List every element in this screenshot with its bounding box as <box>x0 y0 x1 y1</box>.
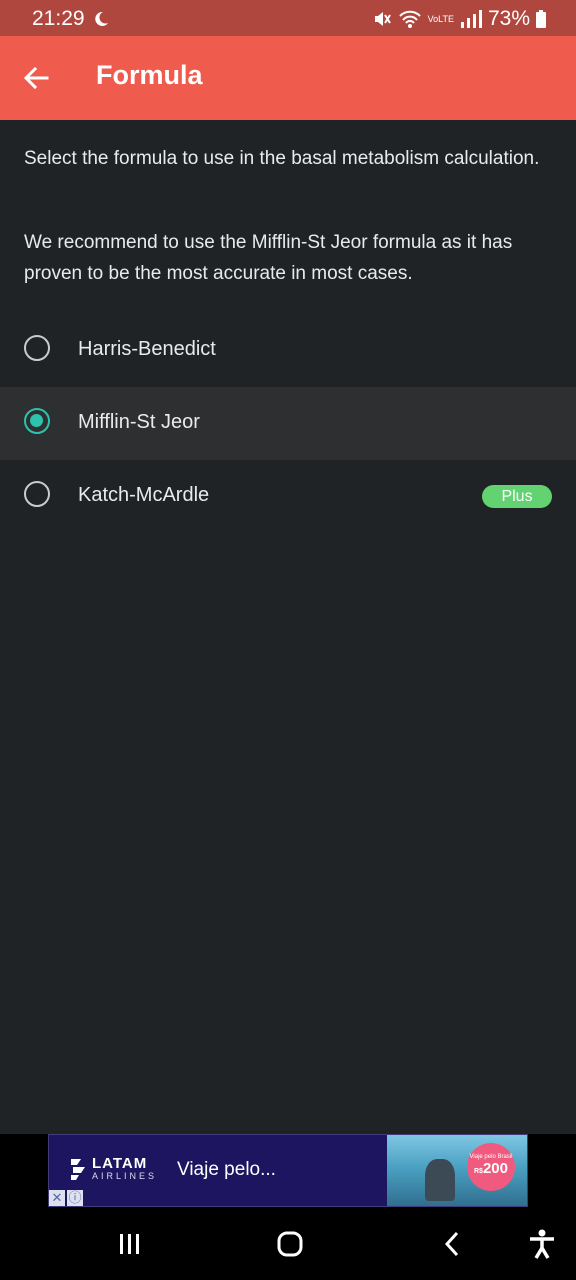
home-icon <box>277 1231 303 1257</box>
ad-image-figure <box>425 1159 455 1201</box>
battery-icon <box>536 10 546 28</box>
arrow-left-icon <box>23 66 49 90</box>
plus-badge: Plus <box>482 485 552 508</box>
option-harris-benedict[interactable]: Harris-Benedict <box>0 314 576 387</box>
recent-apps-button[interactable] <box>110 1226 150 1262</box>
option-label: Katch-McArdle <box>78 484 210 506</box>
radio-button[interactable] <box>24 335 50 361</box>
close-icon[interactable]: ✕ <box>49 1190 65 1206</box>
option-mifflin-st-jeor[interactable]: Mifflin-St Jeor <box>0 387 576 460</box>
ad-price-currency: R$ <box>474 1168 483 1175</box>
ad-brand-sub: AIRLINES <box>92 1171 158 1181</box>
accessibility-button[interactable] <box>522 1226 562 1262</box>
latam-logo: LATAM AIRLINES <box>69 1155 158 1181</box>
ad-price: R$200 <box>474 1161 508 1180</box>
volte-label: VoLTE <box>427 13 454 24</box>
accessibility-icon <box>530 1229 554 1259</box>
mute-icon <box>374 12 391 26</box>
radio-button-selected[interactable] <box>24 408 50 434</box>
info-icon[interactable]: ⓘ <box>67 1190 83 1206</box>
nav-back-button[interactable] <box>432 1226 472 1262</box>
ad-area: LATAM AIRLINES Viaje pelo... Viaje pelo … <box>0 1134 576 1208</box>
option-katch-mcardle[interactable]: Katch-McArdle Plus <box>0 460 576 533</box>
moon-icon <box>95 11 108 26</box>
ad-banner[interactable]: LATAM AIRLINES Viaje pelo... Viaje pelo … <box>48 1134 528 1207</box>
app-bar: Formula <box>0 36 576 120</box>
ad-controls: ✕ ⓘ <box>49 1190 83 1206</box>
latam-logo-icon <box>71 1159 85 1180</box>
page-title: Formula <box>96 60 203 90</box>
ad-brand: LATAM <box>92 1155 148 1172</box>
option-label: Mifflin-St Jeor <box>78 411 200 433</box>
radio-button[interactable] <box>24 481 50 507</box>
signal-icon <box>460 10 482 28</box>
recent-apps-icon <box>120 1234 139 1254</box>
back-icon <box>444 1231 459 1257</box>
wifi-icon <box>398 10 421 28</box>
status-bar: 21:29 VoLTE 73% <box>0 0 576 36</box>
status-time: 21:29 <box>32 7 85 30</box>
back-button[interactable] <box>16 58 56 98</box>
ad-price-value: 200 <box>482 1160 508 1177</box>
home-button[interactable] <box>270 1226 310 1262</box>
ad-price-badge: Viaje pelo Brasil R$200 <box>467 1143 515 1191</box>
system-nav-bar <box>0 1208 576 1280</box>
option-label: Harris-Benedict <box>78 338 216 360</box>
recommendation-text: We recommend to use the Mifflin-St Jeor … <box>24 232 513 284</box>
battery-percent: 73% <box>487 7 530 30</box>
ad-image: Viaje pelo Brasil R$200 <box>387 1135 527 1206</box>
ad-headline: Viaje pelo... <box>177 1159 276 1180</box>
description-text: Select the formula to use in the basal m… <box>24 148 540 169</box>
